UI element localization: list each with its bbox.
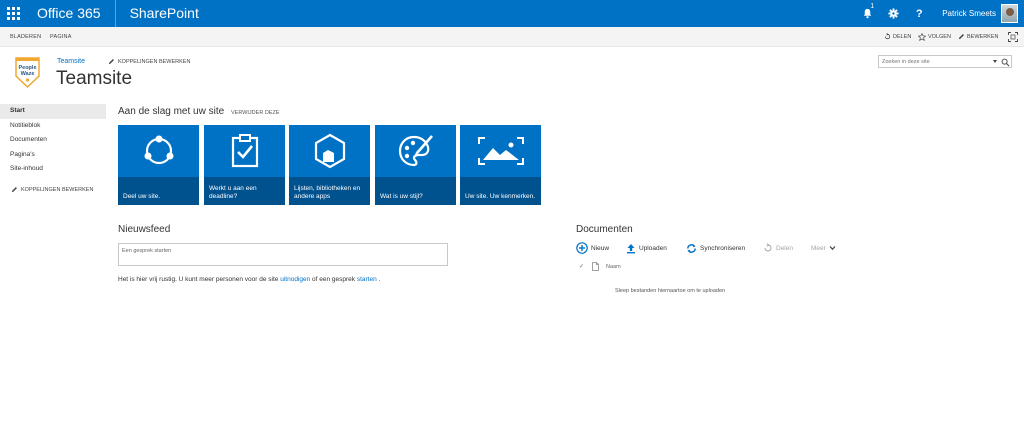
apps-hexagon-icon — [314, 133, 345, 169]
follow-label: VOLGEN — [928, 34, 951, 40]
nav-item-pages[interactable]: Pagina's — [0, 148, 106, 163]
search-input[interactable] — [882, 57, 990, 67]
tile-label: Deel uw site. — [118, 177, 199, 205]
waffle-icon — [7, 7, 20, 20]
notification-count: 1 — [870, 3, 875, 10]
tile-branding[interactable]: Uw site. Uw kenmerken. — [460, 125, 541, 205]
newsfeed-text-middle: of een gesprek — [310, 276, 357, 283]
app-launcher-button[interactable] — [0, 0, 27, 27]
getting-started-title: Aan de slag met uw site — [118, 106, 225, 117]
office365-brand-link[interactable]: Office 365 — [27, 0, 116, 27]
select-all-checkmark-icon[interactable]: ✓ — [579, 263, 584, 270]
pencil-icon — [108, 59, 114, 65]
notifications-button[interactable]: 1 — [854, 0, 880, 27]
help-button[interactable]: ? — [906, 0, 932, 27]
upload-button[interactable]: Uploaden — [626, 242, 667, 254]
focus-icon[interactable] — [1008, 32, 1018, 42]
user-name[interactable]: Patrick Smeets — [932, 9, 1001, 18]
invite-link[interactable]: uitnodigen — [280, 276, 310, 283]
tile-share-site[interactable]: Deel uw site. — [118, 125, 199, 205]
edit-links-top-button[interactable]: KOPPELINGEN BEWERKEN — [108, 58, 190, 65]
upload-label: Uploaden — [639, 244, 667, 252]
image-landscape-icon — [477, 137, 524, 165]
pencil-icon — [958, 34, 964, 40]
clipboard-check-icon — [231, 134, 258, 168]
chevron-down-icon[interactable] — [993, 60, 997, 63]
tab-page[interactable]: PAGINA — [50, 34, 72, 40]
share-documents-button[interactable]: Delen — [763, 242, 793, 254]
follow-button[interactable]: VOLGEN — [918, 33, 951, 41]
sync-icon — [687, 243, 696, 253]
tile-label: Lijsten, bibliotheken en andere apps — [289, 177, 370, 205]
column-header-name[interactable]: Naam — [606, 264, 621, 270]
tile-label: Werkt u aan een deadline? — [204, 177, 285, 205]
more-label: Meer — [811, 244, 826, 252]
share-label: DELEN — [893, 33, 912, 40]
avatar[interactable] — [1001, 4, 1018, 23]
remove-getting-started-link[interactable]: VERWIJDER DEZE — [231, 110, 280, 116]
sharepoint-app-link[interactable]: SharePoint — [116, 0, 199, 27]
start-conversation-placeholder: Een gesprek starten — [122, 248, 172, 254]
share-button[interactable]: DELEN — [884, 33, 911, 40]
star-icon — [918, 33, 926, 41]
sync-label: Synchroniseren — [700, 244, 746, 252]
new-document-button[interactable]: Nieuw — [576, 242, 609, 254]
newsfeed-text-before: Het is hier vrij rustig. U kunt meer per… — [118, 276, 281, 283]
start-conversation-input[interactable]: Een gesprek starten — [118, 243, 448, 266]
suite-bar: Office 365 SharePoint 1 ? Patrick Smeets — [0, 0, 1024, 27]
svg-text:Waze: Waze — [21, 71, 35, 77]
nav-item-documents[interactable]: Documenten — [0, 133, 106, 148]
nav-item-notebook[interactable]: Notitieblok — [0, 119, 106, 134]
tile-deadline[interactable]: Werkt u aan een deadline? — [204, 125, 285, 205]
gear-icon — [888, 8, 899, 19]
search-box — [878, 55, 1012, 68]
new-label: Nieuw — [591, 244, 610, 252]
newsfeed-text-after: . — [376, 276, 381, 283]
chevron-down-icon — [829, 246, 836, 251]
edit-links-nav-button[interactable]: KOPPELINGEN BEWERKEN — [11, 186, 93, 193]
newsfeed-title: Nieuwsfeed — [118, 224, 171, 235]
tile-label: Wat is uw stijl? — [375, 177, 456, 205]
palette-brush-icon — [398, 135, 433, 167]
page-title: Teamsite — [56, 68, 133, 89]
tile-style[interactable]: Wat is uw stijl? — [375, 125, 456, 205]
share-site-icon — [144, 135, 173, 165]
tile-label: Uw site. Uw kenmerken. — [460, 177, 541, 205]
share-icon — [764, 243, 772, 252]
tab-browse[interactable]: BLADEREN — [10, 34, 41, 40]
edit-page-button[interactable]: BEWERKEN — [958, 33, 998, 40]
documents-title: Documenten — [576, 224, 633, 235]
sync-button[interactable]: Synchroniseren — [686, 242, 745, 254]
site-breadcrumb-link[interactable]: Teamsite — [57, 58, 85, 65]
share-documents-label: Delen — [776, 244, 793, 252]
plus-circle-icon — [576, 242, 588, 254]
share-icon — [884, 33, 891, 40]
drag-drop-hint: Sleep bestanden hiernaartoe om te upload… — [615, 288, 726, 294]
settings-button[interactable] — [880, 0, 906, 27]
edit-links-top-label: KOPPELINGEN BEWERKEN — [118, 58, 191, 65]
edit-label: BEWERKEN — [967, 33, 999, 40]
edit-links-nav-label: KOPPELINGEN BEWERKEN — [21, 186, 94, 193]
newsfeed-empty-message: Het is hier vrij rustig. U kunt meer per… — [118, 276, 380, 283]
quick-launch: Start Notitieblok Documenten Pagina's Si… — [0, 104, 106, 177]
help-icon: ? — [915, 7, 923, 20]
nav-item-start[interactable]: Start — [0, 104, 106, 119]
upload-icon — [627, 243, 635, 253]
site-logo[interactable]: People Waze — [14, 56, 41, 89]
tile-lists-apps[interactable]: Lijsten, bibliotheken en andere apps — [289, 125, 370, 205]
ribbon-bar: BLADEREN PAGINA DELEN VOLGEN BEWERKEN — [0, 27, 1024, 47]
search-icon[interactable] — [1001, 58, 1010, 67]
more-button[interactable]: Meer — [811, 242, 836, 254]
nav-item-site-contents[interactable]: Site-inhoud — [0, 162, 106, 177]
file-icon — [592, 262, 599, 271]
pencil-icon — [11, 187, 17, 193]
start-conversation-link[interactable]: starten — [357, 276, 377, 283]
